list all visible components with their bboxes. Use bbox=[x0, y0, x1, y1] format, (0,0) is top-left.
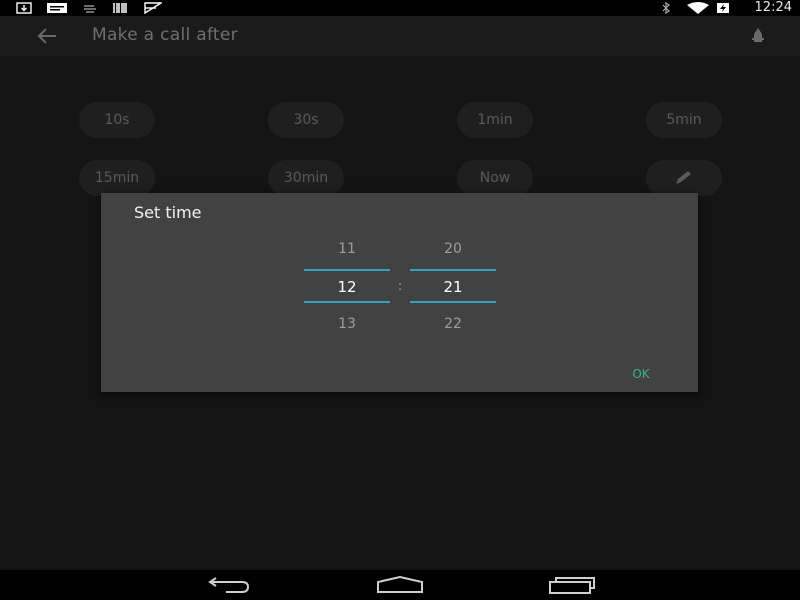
hour-divider-top bbox=[304, 269, 390, 271]
home-nav-icon[interactable] bbox=[376, 576, 424, 594]
hour-divider-bottom bbox=[304, 301, 390, 303]
option-label: 1min bbox=[477, 112, 513, 128]
download-icon bbox=[16, 2, 32, 14]
set-time-dialog: Set time 11 12 13 : 20 21 22 OK bbox=[101, 193, 698, 392]
rocket-icon[interactable] bbox=[750, 26, 766, 46]
option-label: 30min bbox=[283, 170, 329, 186]
option-now[interactable]: Now bbox=[457, 160, 533, 196]
bluetooth-icon bbox=[662, 2, 670, 14]
edit-custom-button[interactable] bbox=[646, 160, 722, 196]
time-separator: : bbox=[398, 279, 403, 293]
hour-picker[interactable]: 11 12 13 bbox=[304, 193, 390, 392]
navigation-bar bbox=[0, 570, 800, 600]
minute-picker[interactable]: 20 21 22 bbox=[410, 193, 496, 392]
minute-prev[interactable]: 20 bbox=[410, 241, 496, 257]
minute-current[interactable]: 21 bbox=[410, 278, 496, 296]
option-1min[interactable]: 1min bbox=[457, 102, 533, 138]
status-bar: 12:24 bbox=[0, 0, 800, 16]
minute-divider-top bbox=[410, 269, 496, 271]
dialog-title: Set time bbox=[134, 203, 202, 222]
option-label: Now bbox=[479, 170, 511, 186]
app-bar: Make a call after bbox=[0, 16, 800, 56]
pencil-icon bbox=[676, 171, 691, 184]
hour-prev[interactable]: 11 bbox=[304, 241, 390, 257]
minute-next[interactable]: 22 bbox=[410, 316, 496, 332]
message-icon bbox=[47, 3, 67, 13]
wifi-icon bbox=[687, 2, 709, 14]
page-title: Make a call after bbox=[92, 25, 238, 45]
option-30min[interactable]: 30min bbox=[268, 160, 344, 196]
option-10s[interactable]: 10s bbox=[79, 102, 155, 138]
option-label: 10s bbox=[104, 112, 130, 128]
hour-current[interactable]: 12 bbox=[304, 278, 390, 296]
barcode-icon bbox=[113, 3, 127, 13]
cast-icon bbox=[84, 5, 96, 13]
arrow-left-icon[interactable] bbox=[36, 26, 58, 46]
option-label: 30s bbox=[293, 112, 319, 128]
option-15min[interactable]: 15min bbox=[79, 160, 155, 196]
option-label: 15min bbox=[94, 170, 140, 186]
mail-sent-icon bbox=[144, 2, 162, 14]
minute-divider-bottom bbox=[410, 301, 496, 303]
hour-next[interactable]: 13 bbox=[304, 316, 390, 332]
status-time: 12:24 bbox=[754, 0, 792, 15]
option-label: 5min bbox=[666, 112, 702, 128]
option-30s[interactable]: 30s bbox=[268, 102, 344, 138]
recents-nav-icon[interactable] bbox=[548, 576, 596, 594]
battery-charging-icon bbox=[717, 3, 729, 13]
option-5min[interactable]: 5min bbox=[646, 102, 722, 138]
ok-button[interactable]: OK bbox=[621, 365, 661, 383]
back-nav-icon[interactable] bbox=[206, 576, 252, 594]
